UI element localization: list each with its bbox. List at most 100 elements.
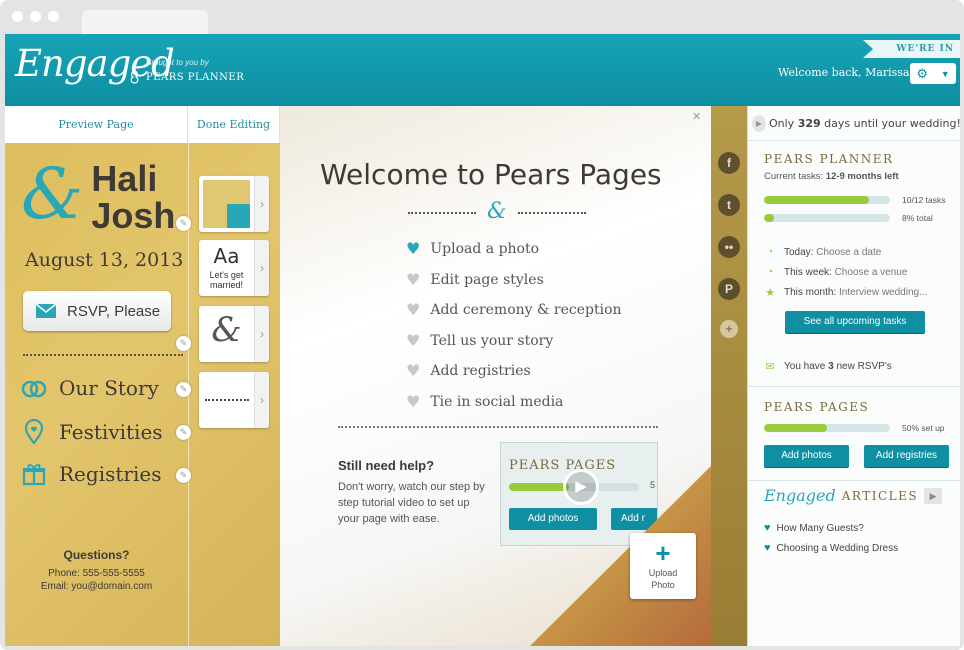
edit-our-story-icon[interactable]: ✎ <box>176 382 191 397</box>
checklist-item[interactable]: ♥ Upload a photo <box>406 234 622 265</box>
upload-photo-button[interactable]: + Upload Photo <box>630 533 696 599</box>
theme-divider-thumb[interactable]: › <box>199 372 269 428</box>
edit-rsvp-icon[interactable]: ✎ <box>176 336 191 351</box>
maximize-dot[interactable] <box>48 11 59 22</box>
rsvp-notice[interactable]: ✉ You have 3 new RSVP's <box>764 360 892 373</box>
article-link[interactable]: ♥ Choosing a Wedding Dress <box>764 542 898 554</box>
rsvp-post: new RSVP's <box>833 361 892 372</box>
current-tasks: Current tasks: 12-9 months left <box>764 171 899 182</box>
checklist-label: Add registries <box>430 363 531 380</box>
current-tasks-label: Current tasks: <box>764 171 826 182</box>
edit-registries-icon[interactable]: ✎ <box>176 468 191 483</box>
nav-festivities[interactable]: Festivities <box>21 419 163 445</box>
nav-registries[interactable]: Registries <box>21 462 161 486</box>
checklist-label: Tell us your story <box>430 332 554 349</box>
play-icon[interactable]: ▶ <box>563 469 599 505</box>
checklist-item[interactable]: ♥ Tie in social media <box>406 387 622 418</box>
ampersand-ornament-icon: & <box>487 199 507 224</box>
task-today[interactable]: ◔ Today: Choose a date <box>764 246 882 258</box>
settings-menu-button[interactable]: ⚙ ▼ <box>910 63 956 84</box>
close-dot[interactable] <box>12 11 23 22</box>
rsvp-label: RSVP, Please <box>67 302 161 320</box>
articles-header: Engaged ARTICLES ▶ <box>764 486 943 505</box>
couple-names: Hali Josh <box>91 160 175 234</box>
add-photos-button[interactable]: Add photos <box>764 445 849 467</box>
help-block: Still need help? Don't worry, watch our … <box>338 458 488 527</box>
contact-phone: Phone: 555-555-5555 <box>48 568 145 579</box>
chevron-right-icon[interactable]: › <box>254 306 269 362</box>
tasks-progress-label: 10/12 tasks <box>902 195 946 205</box>
chevron-right-icon[interactable]: › <box>254 240 269 296</box>
video-percent: 5 <box>650 480 656 490</box>
countdown-days: 329 <box>797 117 821 130</box>
total-progress-label: 8% total <box>902 213 933 223</box>
brought-by-label: Brought to you by <box>146 58 209 67</box>
chevron-right-icon[interactable]: ▶ <box>752 115 766 132</box>
chevron-right-icon[interactable]: › <box>254 372 269 428</box>
pages-title: PEARS PAGES <box>764 400 870 414</box>
welcome-title: Welcome to Pears Pages <box>320 158 662 191</box>
add-icon[interactable]: + <box>720 320 738 338</box>
theme-color-thumb[interactable]: › <box>199 176 269 232</box>
pinterest-icon[interactable]: P <box>718 278 740 300</box>
countdown-pre: Only <box>769 117 798 130</box>
checklist-item[interactable]: ♥ Edit page styles <box>406 265 622 296</box>
rsvp-button[interactable]: RSVP, Please <box>23 291 171 331</box>
rings-icon <box>21 380 47 398</box>
checklist-label: Edit page styles <box>430 271 544 288</box>
dotted-divider <box>338 426 658 428</box>
total-progress-bar <box>764 214 890 222</box>
welcome-panel: ✕ Welcome to Pears Pages & ♥ Upload a pho… <box>280 106 711 646</box>
ampersand-icon: & <box>211 310 242 350</box>
tasks-progress-bar <box>764 196 890 204</box>
task-this-week[interactable]: ◔ This week: Choose a venue <box>764 266 908 278</box>
heart-icon: ♥ <box>406 300 421 320</box>
plus-icon: + <box>655 538 671 568</box>
upload-label-1: Upload <box>648 568 678 578</box>
tutorial-video[interactable]: PEARS PAGES 5 Add photos Add r ▶ <box>500 442 658 546</box>
heart-icon: ♥ <box>406 269 421 289</box>
chevron-right-icon[interactable]: › <box>254 176 269 232</box>
twitter-icon[interactable]: t <box>718 194 740 216</box>
left-panel: Preview Page Done Editing & Hali Josh ✎ … <box>5 106 280 646</box>
checklist-item[interactable]: ♥ Add registries <box>406 356 622 387</box>
minimize-dot[interactable] <box>30 11 41 22</box>
article-link[interactable]: ♥ How Many Guests? <box>764 522 864 534</box>
divider-sample <box>205 399 249 401</box>
add-registries-button[interactable]: Add registries <box>864 445 949 467</box>
section-divider <box>748 386 960 387</box>
nav-our-story[interactable]: Our Story <box>21 376 159 400</box>
checklist-label: Add ceremony & reception <box>430 302 622 319</box>
tab-done-editing[interactable]: Done Editing <box>188 106 280 143</box>
see-all-tasks-button[interactable]: See all upcoming tasks <box>785 311 925 333</box>
flickr-icon[interactable]: •• <box>718 236 740 258</box>
article-title: Choosing a Wedding Dress <box>776 542 899 554</box>
font-caption: Let's get married! <box>209 270 244 290</box>
color-swatch-teal <box>227 204 250 228</box>
task-this-month[interactable]: ★ This month: Interview wedding... <box>764 286 927 299</box>
partner-name: PEARS PLANNER <box>146 71 245 83</box>
checklist-item[interactable]: ♥ Add ceremony & reception <box>406 295 622 326</box>
close-icon[interactable]: ✕ <box>692 110 701 123</box>
video-progress-fill <box>509 483 569 491</box>
articles-title: ARTICLES <box>841 488 919 503</box>
tab-preview-page[interactable]: Preview Page <box>5 106 188 143</box>
ornament-line-right <box>518 212 586 214</box>
setup-checklist: ♥ Upload a photo ♥ Edit page styles ♥ Add cer… <box>406 234 622 417</box>
checklist-item[interactable]: ♥ Tell us your story <box>406 326 622 357</box>
facebook-icon[interactable]: f <box>718 152 740 174</box>
edit-festivities-icon[interactable]: ✎ <box>176 425 191 440</box>
checklist-label: Tie in social media <box>430 393 564 410</box>
theme-font-thumb[interactable]: Aa Let's get married! › <box>199 240 269 296</box>
chevron-right-icon[interactable]: ▶ <box>924 487 943 504</box>
theme-monogram-thumb[interactable]: & › <box>199 306 269 362</box>
browser-tab[interactable] <box>82 10 208 34</box>
edit-tabs: Preview Page Done Editing <box>5 106 280 143</box>
edit-names-icon[interactable]: ✎ <box>176 216 191 231</box>
chevron-down-icon: ▼ <box>940 68 950 79</box>
help-title: Still need help? <box>338 458 435 473</box>
clock-icon: ◔ <box>766 266 774 278</box>
pages-progress-fill <box>764 424 827 432</box>
couple-heading: & Hali Josh <box>21 154 175 234</box>
gear-icon: ⚙ <box>916 65 928 81</box>
